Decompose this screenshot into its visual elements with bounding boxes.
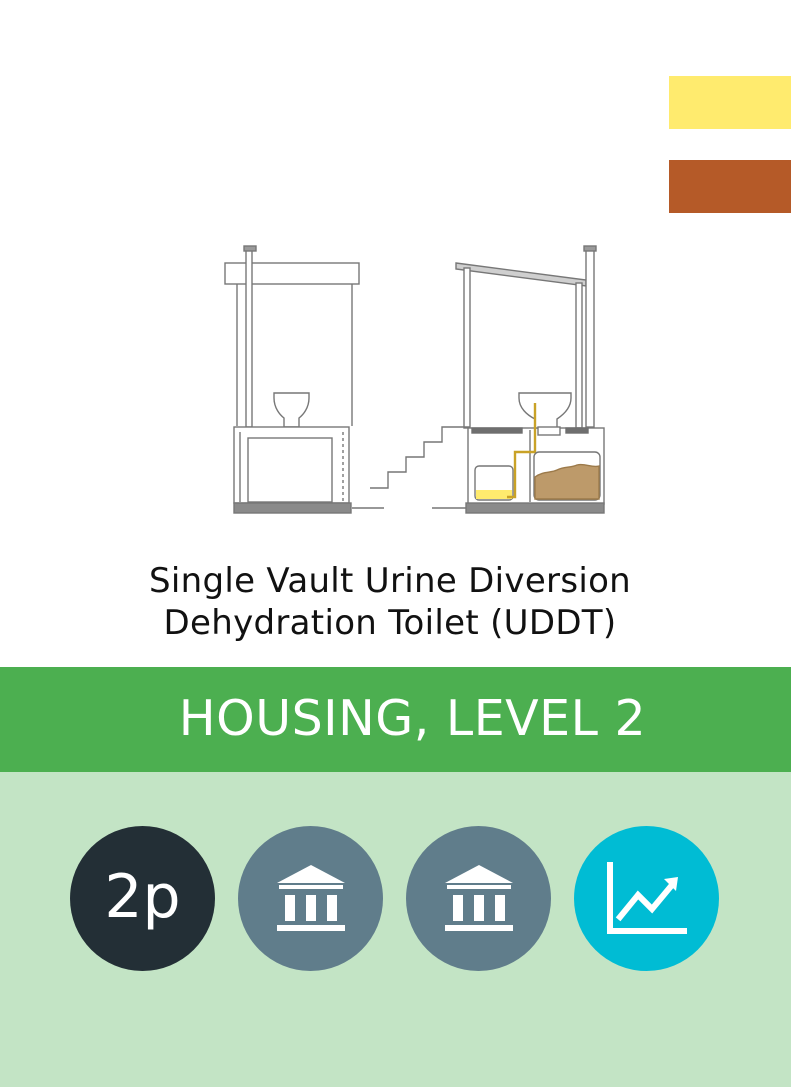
technology-card: Single Vault Urine Diversion Dehydration… xyxy=(0,0,791,1087)
toilet-illustration xyxy=(224,245,605,514)
feces-color-swatch xyxy=(669,160,791,213)
trend-badge xyxy=(574,826,719,971)
persons-badge-label: 2p xyxy=(104,861,181,932)
technology-title: Single Vault Urine Diversion Dehydration… xyxy=(0,560,780,644)
institution-icon xyxy=(444,864,513,931)
level-label: HOUSING, LEVEL 2 xyxy=(178,690,647,747)
institution-badge-1 xyxy=(238,826,383,971)
trend-chart-icon xyxy=(606,861,687,934)
institution-badge-2 xyxy=(406,826,551,971)
persons-badge: 2p xyxy=(70,826,215,971)
institution-icon xyxy=(276,864,345,931)
urine-color-swatch xyxy=(669,76,791,129)
title-line-1: Single Vault Urine Diversion xyxy=(148,561,632,601)
title-line-2: Dehydration Toilet (UDDT) xyxy=(163,603,617,643)
